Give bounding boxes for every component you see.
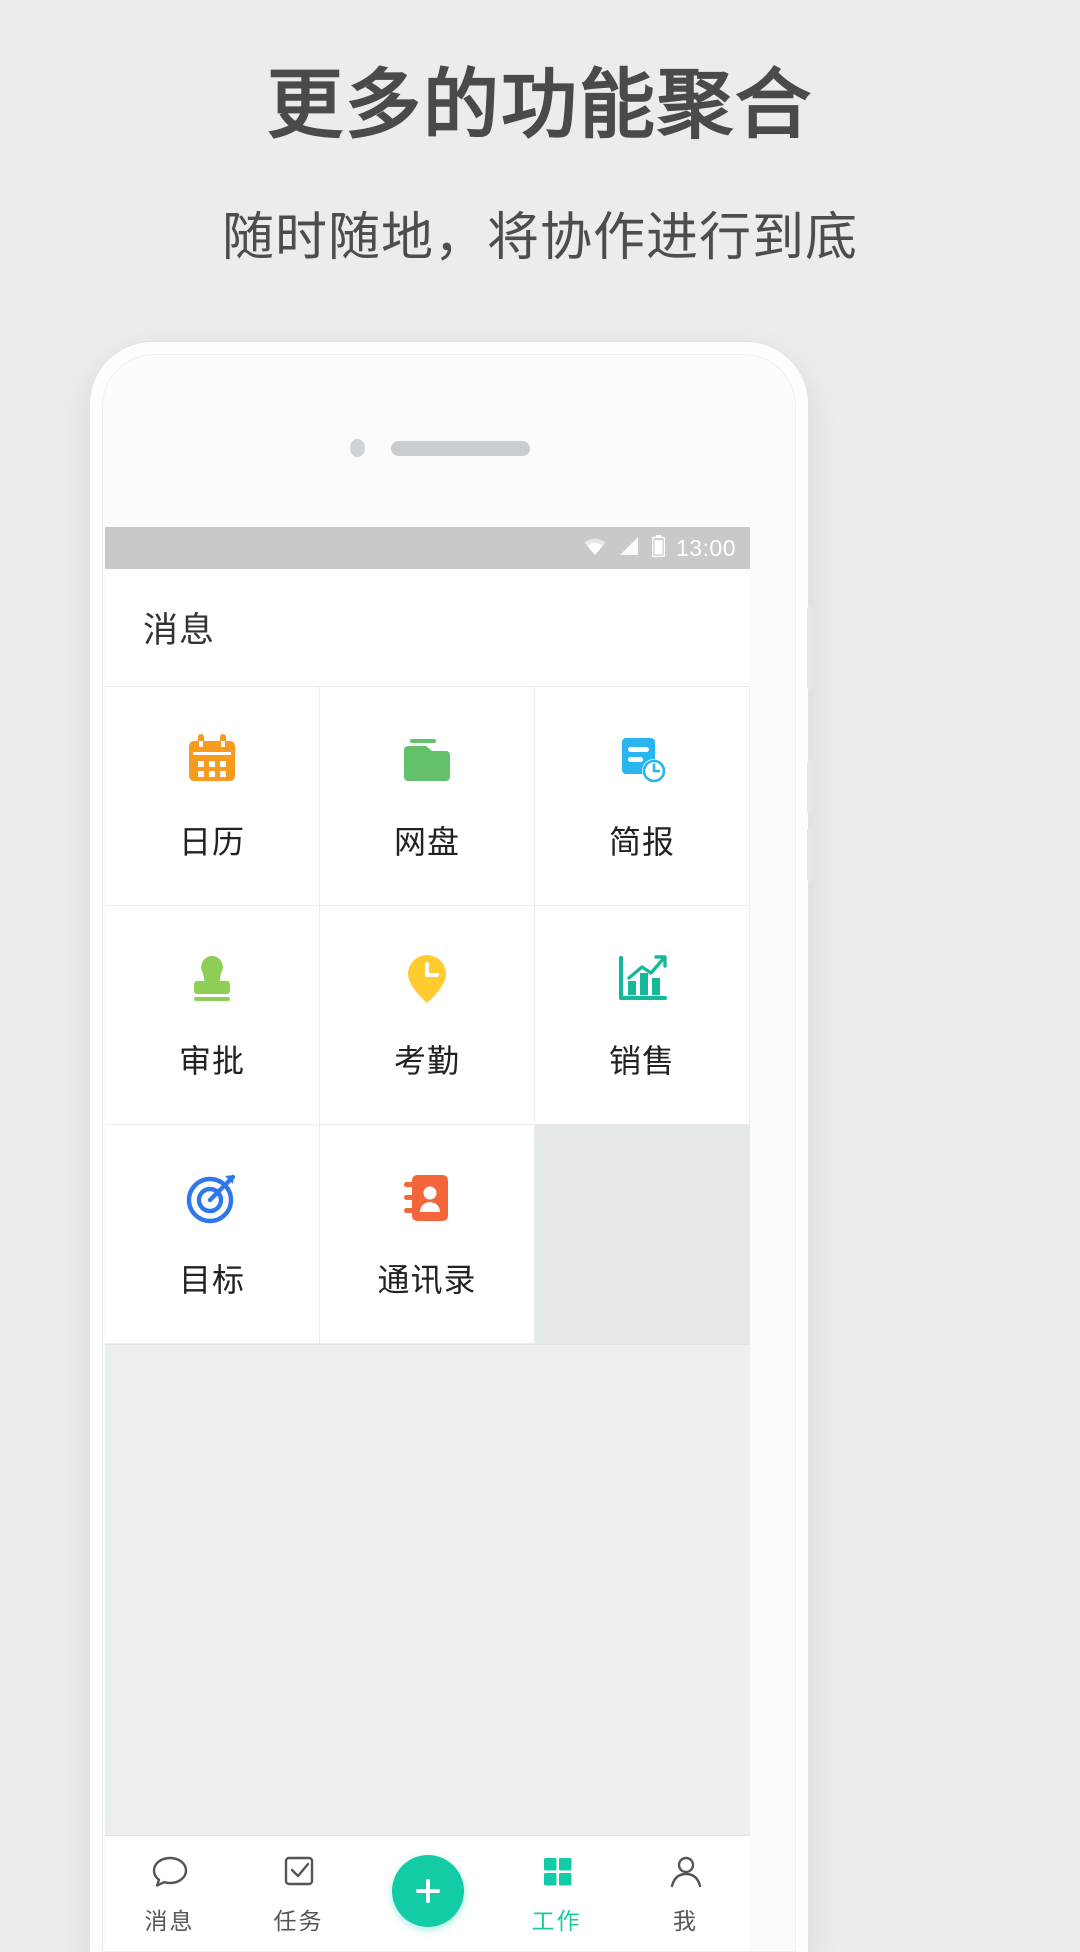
- grid-icon: [535, 1849, 579, 1893]
- phone-button-volume-up: [807, 606, 813, 690]
- chart-icon: [611, 948, 673, 1010]
- status-bar-clock: 13:00: [675, 534, 736, 561]
- check-icon: [277, 1849, 321, 1893]
- grid-item-empty: [534, 1125, 750, 1344]
- phone-screen: 13:00 消息 日历 网盘 简报 审批 考勤 销售 目标 通讯录 消息 任务 …: [105, 527, 750, 1951]
- grid-item-attendance[interactable]: 考勤: [319, 906, 535, 1125]
- page-title: 更多的功能聚合: [267, 63, 813, 148]
- nav-item-profile[interactable]: 我: [621, 1836, 750, 1951]
- promo-header: 更多的功能聚合 随时随地，将协作进行到底: [0, 0, 1080, 270]
- calendar-icon: [181, 729, 243, 791]
- battery-icon: [651, 534, 666, 562]
- phone-body: 13:00 消息 日历 网盘 简报 审批 考勤 销售 目标 通讯录 消息 任务 …: [102, 354, 796, 1952]
- add-button[interactable]: [391, 1855, 464, 1927]
- front-camera-icon: [350, 439, 365, 457]
- nav-item-label: 消息: [144, 1908, 195, 1934]
- grid-item-goal[interactable]: 目标: [105, 1125, 320, 1344]
- bottom-navigation: 消息 任务 工作 我: [105, 1835, 750, 1951]
- nav-item-add[interactable]: [363, 1836, 492, 1951]
- nav-item-label: 任务: [273, 1908, 324, 1934]
- grid-item-label: 日历: [178, 824, 245, 860]
- phone-button-volume-down: [807, 760, 813, 814]
- status-bar: 13:00: [105, 527, 750, 569]
- earpiece-speaker: [391, 441, 530, 456]
- grid-item-label: 审批: [178, 1043, 245, 1079]
- contacts-icon: [396, 1167, 458, 1229]
- stamp-icon: [181, 948, 243, 1010]
- app-bar-title: 消息: [143, 611, 216, 650]
- chat-icon: [148, 1849, 192, 1893]
- target-icon: [181, 1167, 243, 1229]
- nav-item-tasks[interactable]: 任务: [234, 1836, 363, 1951]
- grid-item-label: 目标: [178, 1262, 245, 1298]
- report-icon: [611, 729, 673, 791]
- grid-item-sales[interactable]: 销售: [534, 906, 750, 1125]
- user-icon: [664, 1849, 708, 1893]
- nav-item-messages[interactable]: 消息: [105, 1836, 234, 1951]
- pin-clock-icon: [396, 948, 458, 1010]
- grid-item-report[interactable]: 简报: [534, 687, 750, 906]
- nav-item-label: 我: [673, 1908, 698, 1934]
- grid-item-label: 简报: [608, 824, 675, 860]
- grid-item-approval[interactable]: 审批: [105, 906, 320, 1125]
- grid-item-label: 销售: [608, 1043, 675, 1079]
- folder-icon: [396, 729, 458, 791]
- grid-item-label: 网盘: [393, 824, 460, 860]
- grid-item-netdisk[interactable]: 网盘: [319, 687, 535, 906]
- phone-button-power: [807, 828, 813, 882]
- wifi-icon: [582, 536, 608, 561]
- page-subtitle: 随时随地，将协作进行到底: [221, 209, 858, 267]
- app-shortcut-grid: 日历 网盘 简报 审批 考勤 销售 目标 通讯录: [105, 687, 750, 1345]
- grid-item-contacts[interactable]: 通讯录: [319, 1125, 535, 1344]
- grid-item-calendar[interactable]: 日历: [105, 687, 320, 906]
- grid-item-label: 考勤: [393, 1043, 460, 1079]
- signal-icon: [619, 536, 641, 561]
- plus-icon: [411, 1874, 445, 1908]
- nav-item-label: 工作: [531, 1908, 582, 1934]
- phone-mockup: 13:00 消息 日历 网盘 简报 审批 考勤 销售 目标 通讯录 消息 任务 …: [90, 342, 813, 1952]
- app-bar: 消息: [105, 569, 750, 687]
- grid-item-label: 通讯录: [377, 1262, 477, 1298]
- nav-item-work[interactable]: 工作: [492, 1836, 621, 1951]
